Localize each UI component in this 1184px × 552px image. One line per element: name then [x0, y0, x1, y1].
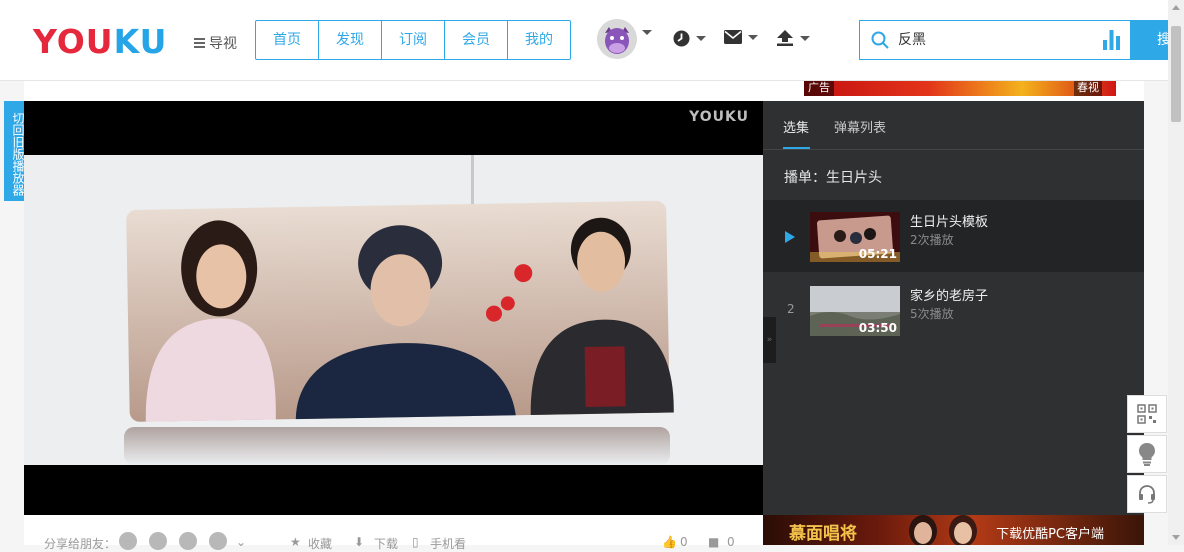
phone-watch-button[interactable]: 手机看 [430, 535, 466, 552]
switch-old-player-button[interactable]: 切回旧版播放器 [4, 101, 25, 201]
download-button[interactable]: 下载 [374, 535, 398, 552]
chevron-down-icon [696, 36, 706, 41]
guide-label: 导视 [209, 36, 237, 52]
search-icon [871, 31, 889, 49]
playlist-sidebar: 选集 弹幕列表 播单：生日片头 05:21 生日片头模板 2次播放 2 03:5… [763, 101, 1144, 515]
video-frame [24, 155, 763, 465]
sidebar-collapse-button[interactable]: » [763, 317, 776, 363]
playlist-title: 播单：生日片头 [784, 170, 882, 186]
qzone-share-icon[interactable] [148, 531, 168, 551]
customer-service-button[interactable] [1127, 475, 1167, 513]
comment-icon[interactable]: ■ [708, 535, 719, 549]
player-watermark: YOUKU [689, 109, 749, 125]
like-icon[interactable]: 👍 [662, 535, 677, 549]
search-button[interactable]: 搜 [1130, 20, 1171, 60]
ad-download-client-text: 下载优酷PC客户端 [996, 527, 1104, 542]
ad-tag: 广告 [804, 80, 834, 96]
video-still-image [24, 155, 763, 465]
ad-people-image [909, 515, 977, 545]
video-duration: 03:50 [858, 321, 897, 335]
phone-icon: ▯ [412, 535, 419, 549]
page-scrollbar[interactable] [1168, 0, 1184, 545]
top-ad-banner[interactable]: 广告 春视 [804, 80, 1116, 96]
message-menu[interactable] [724, 30, 758, 44]
ad-tag-right: 春视 [1074, 80, 1102, 96]
scroll-up-icon[interactable] [1172, 5, 1180, 10]
chevron-down-icon [642, 30, 652, 35]
main-nav: 首页 发现 订阅 会员 我的 [255, 20, 571, 60]
favorite-icon: ★ [290, 535, 301, 549]
favorite-button[interactable]: 收藏 [308, 535, 332, 552]
playlist-item[interactable]: 05:21 生日片头模板 2次播放 [763, 200, 1144, 272]
scroll-down-icon[interactable] [1172, 535, 1180, 540]
qq-share-icon[interactable] [208, 531, 228, 551]
nav-home[interactable]: 首页 [256, 21, 319, 59]
now-playing-icon [785, 231, 795, 243]
top-header: YOUKU 导视 首页 发现 订阅 会员 我的 反黑 搜 [0, 0, 1184, 81]
comment-count: 0 [727, 535, 735, 549]
active-tab-underline [783, 147, 810, 149]
upload-menu[interactable] [776, 30, 810, 46]
floating-toolbar [1127, 395, 1167, 515]
playlist-thumbnail[interactable]: 05:21 [810, 212, 900, 262]
upload-icon [777, 30, 793, 46]
guide-menu[interactable]: 导视 [194, 33, 237, 53]
qr-code-icon [1137, 404, 1157, 424]
playlist-item-title[interactable]: 生日片头模板 [910, 211, 988, 230]
weibo-share-icon[interactable] [178, 531, 198, 551]
lightbulb-icon [1139, 443, 1155, 466]
qr-code-button[interactable] [1127, 395, 1167, 433]
share-more-chevron-icon[interactable]: ⌄ [236, 535, 246, 549]
wechat-share-icon[interactable] [118, 531, 138, 551]
logo-part-ku: KU [113, 22, 168, 61]
search-input[interactable]: 反黑 [859, 20, 1130, 60]
scrollbar-thumb[interactable] [1171, 26, 1181, 122]
tab-episodes[interactable]: 选集 [783, 117, 809, 136]
avatar-dropdown[interactable] [642, 30, 652, 35]
video-duration: 05:21 [858, 247, 897, 261]
playlist-item-number: 2 [787, 302, 795, 316]
ad-show-title: 慕面唱将 [789, 524, 857, 544]
logo-part-you: YOU [33, 22, 114, 61]
headset-icon [1139, 485, 1155, 504]
playlist-item-title[interactable]: 家乡的老房子 [910, 285, 988, 304]
chevron-down-icon [800, 35, 810, 41]
mail-icon [724, 30, 742, 44]
tab-danmaku-list[interactable]: 弹幕列表 [834, 117, 886, 136]
trending-bars-icon[interactable] [1103, 30, 1120, 50]
video-player[interactable]: YOUKU [24, 101, 763, 515]
playlist-item-views: 2次播放 [910, 233, 954, 247]
playlist-thumbnail[interactable]: 03:50 [810, 286, 900, 336]
chevron-down-icon [748, 34, 758, 40]
nav-member[interactable]: 会员 [445, 21, 508, 59]
history-menu[interactable] [673, 30, 706, 47]
playlist-item-views: 5次播放 [910, 307, 954, 321]
nav-discover[interactable]: 发现 [319, 21, 382, 59]
playlist-item[interactable]: 2 03:50 家乡的老房子 5次播放 [763, 274, 1144, 346]
clock-icon [673, 30, 690, 47]
search-query: 反黑 [898, 32, 926, 48]
menu-icon [194, 38, 205, 48]
nav-subscribe[interactable]: 订阅 [382, 21, 445, 59]
share-label: 分享给朋友： [44, 537, 117, 551]
nav-mine[interactable]: 我的 [508, 21, 570, 59]
user-avatar[interactable] [597, 19, 637, 59]
pc-client-ad-banner[interactable]: 慕面唱将 下载优酷PC客户端 [763, 515, 1144, 545]
youku-logo[interactable]: YOUKU [33, 24, 167, 60]
sidebar-tabs: 选集 弹幕列表 [763, 101, 1144, 150]
video-action-bar: 分享给朋友： ⌄ ★ 收藏 ⬇ 下载 ▯ 手机看 👍 0 ■ 0 [24, 515, 763, 551]
like-count: 0 [680, 535, 688, 549]
download-icon: ⬇ [354, 535, 365, 549]
tips-button[interactable] [1127, 435, 1167, 473]
avatar-cow-icon [597, 19, 637, 59]
